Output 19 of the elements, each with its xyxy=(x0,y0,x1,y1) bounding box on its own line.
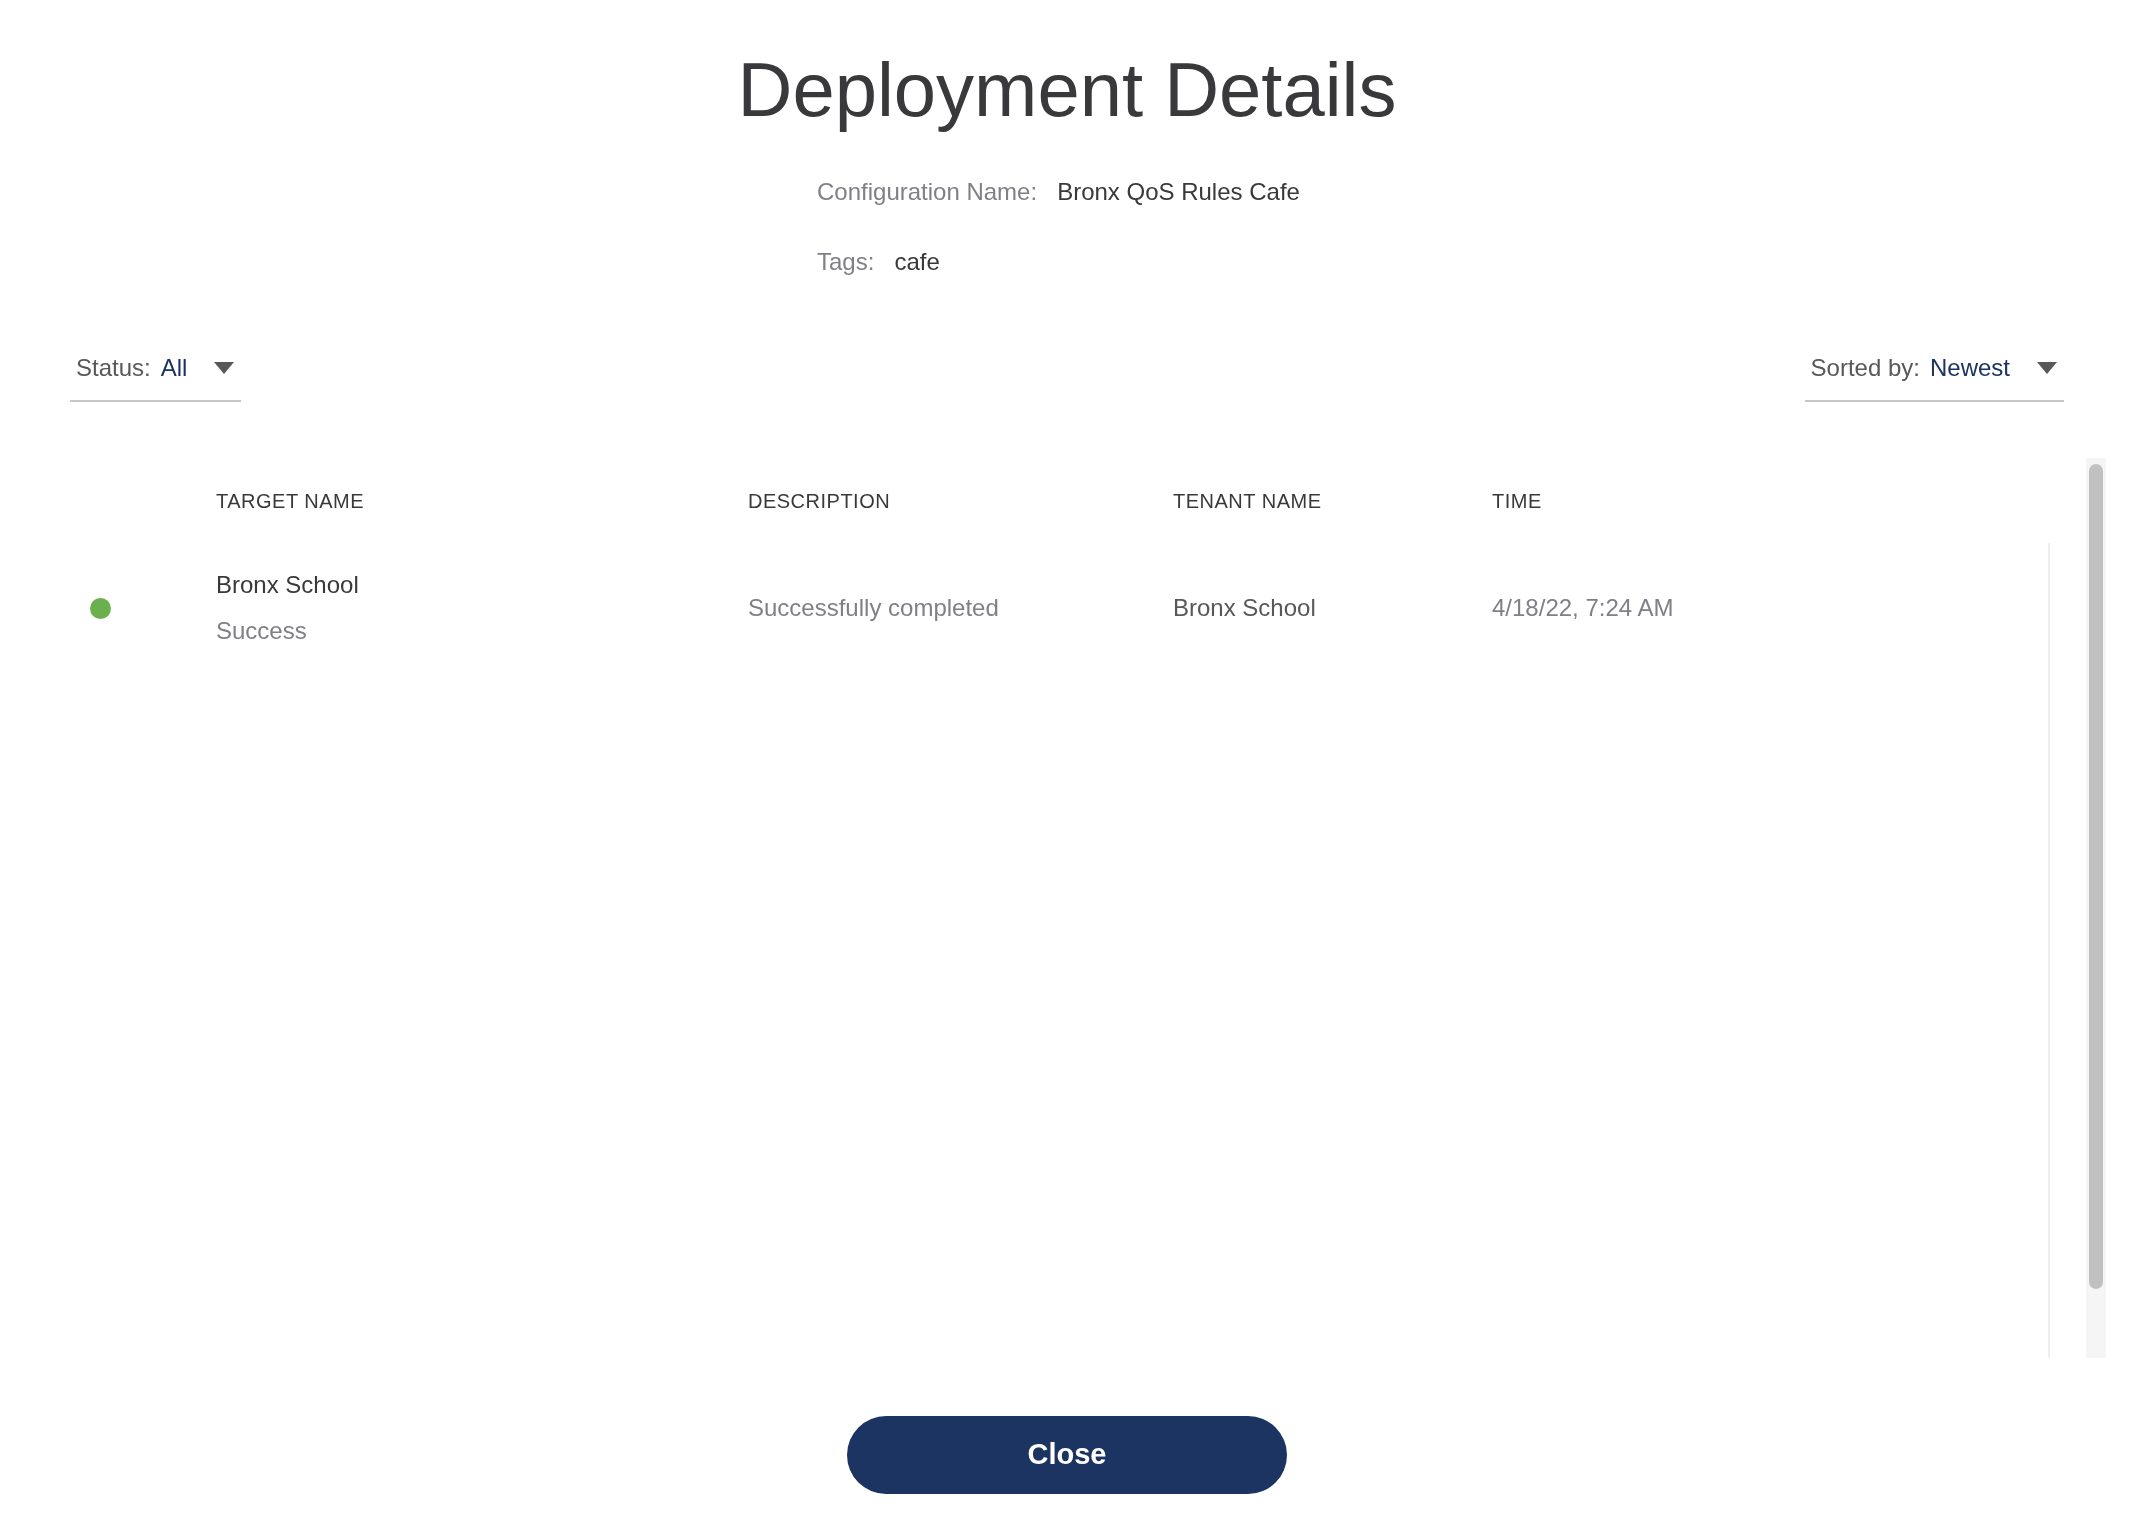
status-filter-dropdown[interactable]: Status: All xyxy=(70,350,242,402)
caret-icon xyxy=(213,361,236,375)
caret-icon xyxy=(2036,361,2058,375)
column-header: TIME xyxy=(1492,488,1543,514)
configuration-label: Configuration Name: xyxy=(817,177,1038,207)
description-cell-text: Successfully completed xyxy=(748,593,1000,623)
tags-value: cafe xyxy=(894,247,940,277)
configuration-value: Bronx QoS Rules Cafe xyxy=(1057,177,1300,207)
tenant-cell-text: Bronx School xyxy=(1173,593,1317,623)
column-header: TARGET NAME xyxy=(216,488,366,514)
target-name: Bronx School xyxy=(216,570,360,600)
target-status: Success xyxy=(216,616,308,646)
column-header: TENANT NAME xyxy=(1173,488,1323,514)
time-cell-text: 4/18/22, 7:24 AM xyxy=(1492,593,1675,623)
sort-dropdown[interactable]: Sorted by: Newest xyxy=(1804,350,2064,402)
tags-label: Tags: xyxy=(817,247,875,277)
column-header: DESCRIPTION xyxy=(748,488,892,514)
scrollbar[interactable] xyxy=(2086,458,2106,1358)
close-button[interactable]: Close xyxy=(847,1416,1287,1494)
